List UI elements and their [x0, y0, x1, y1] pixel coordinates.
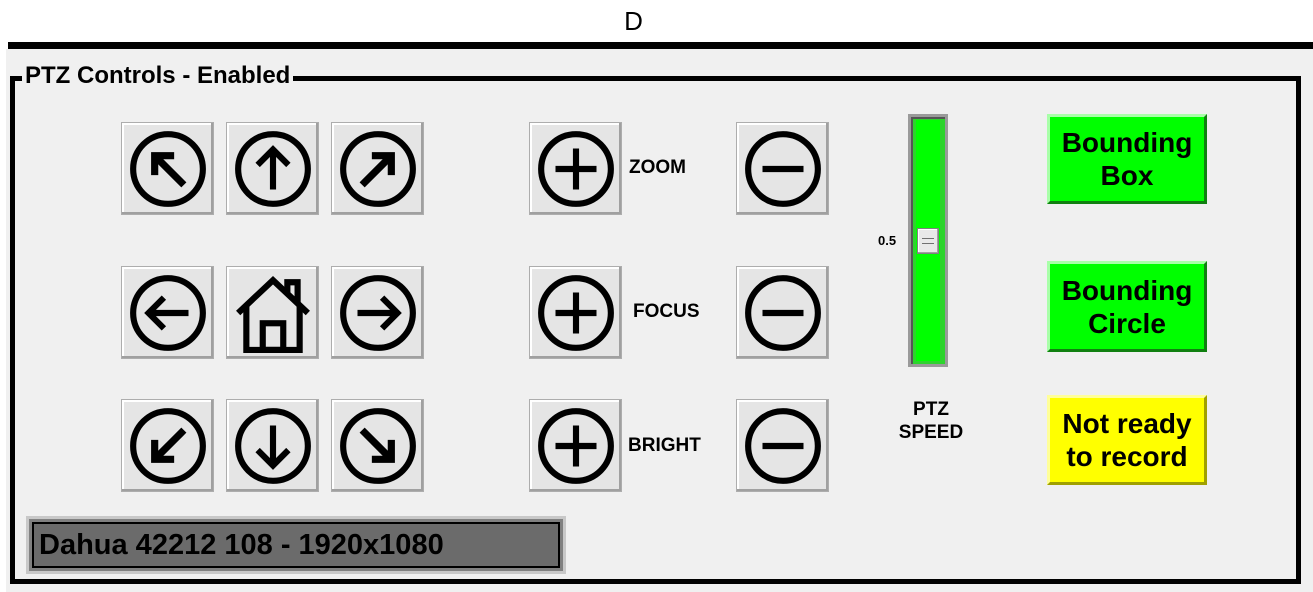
- ptz-speed-label-line2: SPEED: [898, 422, 964, 443]
- record-status-line1: Not ready: [1062, 408, 1192, 439]
- top-divider: [8, 42, 1313, 49]
- bounding-box-label-line1: Bounding: [1061, 127, 1193, 158]
- arrow-down-right-icon: [339, 407, 416, 484]
- pan-up-right-button[interactable]: [331, 122, 424, 215]
- pan-up-left-button[interactable]: [121, 122, 214, 215]
- focus-label: FOCUS: [633, 301, 700, 322]
- bright-label: BRIGHT: [628, 435, 701, 456]
- pan-left-button[interactable]: [121, 266, 214, 359]
- group-title: PTZ Controls - Enabled: [22, 61, 294, 91]
- bounding-box-button[interactable]: Bounding Box: [1047, 114, 1207, 204]
- arrow-up-icon: [234, 130, 311, 207]
- ptz-controls-panel: PTZ Controls - Enabled ZOOM FOCUS BRIGHT…: [6, 49, 1313, 592]
- zoom-label: ZOOM: [629, 157, 686, 178]
- camera-info-text: Dahua 42212 108 - 1920x1080: [39, 528, 444, 561]
- bounding-circle-button[interactable]: Bounding Circle: [1047, 261, 1207, 352]
- bounding-circle-label-line2: Circle: [1088, 307, 1166, 339]
- focus-in-button[interactable]: [529, 266, 622, 359]
- pan-right-button[interactable]: [331, 266, 424, 359]
- zoom-out-button[interactable]: [736, 122, 829, 215]
- arrow-up-left-icon: [129, 130, 206, 207]
- window-caption-letter: D: [624, 6, 643, 36]
- zoom-in-button[interactable]: [529, 122, 622, 215]
- ptz-speed-label: PTZ SPEED: [886, 398, 976, 444]
- arrow-down-icon: [234, 407, 311, 484]
- minus-circle-icon: [744, 274, 821, 351]
- brightness-up-button[interactable]: [529, 399, 622, 492]
- plus-circle-icon: [537, 130, 614, 207]
- ptz-speed-slider-thumb[interactable]: [917, 227, 939, 254]
- record-status-button[interactable]: Not ready to record: [1047, 395, 1207, 485]
- brightness-down-button[interactable]: [736, 399, 829, 492]
- tilt-up-button[interactable]: [226, 122, 319, 215]
- arrow-right-icon: [339, 274, 416, 351]
- arrow-left-icon: [129, 274, 206, 351]
- pan-down-right-button[interactable]: [331, 399, 424, 492]
- home-icon: [235, 275, 310, 353]
- plus-circle-icon: [537, 274, 614, 351]
- record-status-line2: to record: [1066, 441, 1188, 472]
- home-button[interactable]: [226, 266, 319, 359]
- ptz-speed-value: 0.5: [878, 232, 897, 248]
- ptz-speed-label-line1: PTZ: [913, 399, 949, 420]
- focus-out-button[interactable]: [736, 266, 829, 359]
- camera-info-box: Dahua 42212 108 - 1920x1080: [26, 516, 566, 574]
- plus-circle-icon: [537, 407, 614, 484]
- arrow-up-right-icon: [339, 130, 416, 207]
- minus-circle-icon: [744, 130, 821, 207]
- tilt-down-button[interactable]: [226, 399, 319, 492]
- pan-down-left-button[interactable]: [121, 399, 214, 492]
- arrow-down-left-icon: [129, 407, 206, 484]
- bounding-circle-label-line1: Bounding: [1061, 274, 1193, 306]
- minus-circle-icon: [744, 407, 821, 484]
- bounding-box-label-line2: Box: [1100, 160, 1154, 191]
